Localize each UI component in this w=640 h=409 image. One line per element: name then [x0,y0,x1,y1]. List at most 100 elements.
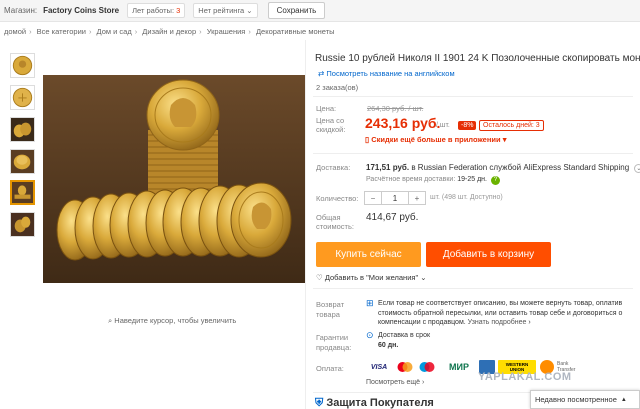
price-unit: / шт. [436,122,450,129]
years-label: Лет работы: [132,6,175,15]
chevron-right-icon: › [199,27,202,36]
maestro-icon [418,360,436,374]
guarantee-text: Доставка в срок [378,332,431,339]
shop-name-link[interactable]: Factory Coins Store [43,6,119,15]
gallery-thumbnail[interactable] [10,149,35,174]
shipping-time: Расчётное время доставки: 19-25 дн. ? [366,176,500,185]
chevron-right-icon: › [528,319,531,326]
heart-icon: ♡ [316,273,323,282]
chevron-right-icon: › [88,27,92,36]
recently-viewed-tab[interactable]: Недавно посмотренное ▲ [530,390,640,409]
quantity-available: шт. (498 шт. Доступно) [430,194,503,201]
payment-label: Оплата: [316,364,344,373]
breadcrumb-decorations[interactable]: Украшения [207,27,246,36]
old-price: 264,30 руб. / шт. [367,104,424,113]
mastercard-icon [396,360,414,374]
gallery-thumbnail[interactable] [10,212,35,237]
save-store-button[interactable]: Сохранить [267,2,326,19]
main-product-image[interactable] [43,75,305,283]
chevron-right-icon: › [248,27,251,36]
guarantee-label: Гарантии продавца: [316,333,352,352]
price-label: Цена: [316,104,337,113]
quantity-input[interactable]: 1 [381,192,409,204]
buy-now-button[interactable]: Купить сейчас [316,242,421,267]
discount-badge: -8% [458,121,477,130]
gallery-thumbnail[interactable] [10,117,35,142]
return-label: Возврат товара [316,300,345,319]
gold-coins-image [43,75,305,283]
shipping-label: Доставка: [316,163,351,172]
chevron-right-icon: › [422,379,425,386]
total-price: 414,67 руб. [366,212,419,223]
chevron-right-icon: › [29,27,32,36]
magnifier-icon: ⌕ [108,316,113,325]
discount-price-label: Цена со скидкой: [316,116,346,134]
payment-more-link[interactable]: Посмотреть ещё › [366,378,424,388]
shipping-destination: в Russian Federation службой AliExpress … [411,163,630,172]
zoom-hint-text: Наведите курсор, чтобы увеличить [114,316,237,325]
shipping-info: 171,51 руб. в Russian Federation службой… [366,163,640,173]
return-icon: ⊞ [366,298,374,308]
chevron-down-icon: ⌄ [420,273,427,282]
shield-icon: ⛨ [315,397,324,409]
current-price: 243,16 руб. [365,115,441,131]
add-to-cart-button[interactable]: Добавить в корзину [426,242,551,267]
gallery-thumbnail[interactable] [10,85,35,110]
breadcrumb-home-garden[interactable]: Дом и сад [97,27,132,36]
buyer-protection-text: Защита Покупателя [326,397,434,409]
shop-label: Магазин: [4,6,38,15]
mir-icon: МИР [449,362,469,372]
phone-icon: ▯ [365,135,370,144]
app-discount-text: Скидки ещё больше в приложении [371,135,501,144]
chevron-down-icon: ▾ [502,135,507,144]
watermark: YAPLAKAL.COM [478,371,572,383]
days-left-badge: Осталось дней: 3 [479,120,544,131]
add-to-wishlist[interactable]: ♡ Добавить в "Мои желания" ⌄ [316,273,427,282]
breadcrumb-design-decor[interactable]: Дизайн и декор [142,27,196,36]
shipping-dropdown-icon[interactable]: ⌄ [634,164,640,173]
divider [313,96,633,97]
product-title: Russie 10 рублей Николя II 1901 24 K Поз… [315,53,640,64]
translate-title-link[interactable]: ⇄ Посмотреть название на английском [318,69,455,78]
wishlist-text: Добавить в "Мои желания" [324,273,419,282]
divider [313,288,633,289]
quantity-label: Количество: [316,194,359,203]
guarantee-days: 60 дн. [378,341,399,349]
breadcrumb-all-categories[interactable]: Все категории [37,27,86,36]
buyer-protection-heading: ⛨ Защита Покупателя [315,397,434,409]
clock-icon: ⊙ [366,330,374,340]
return-policy: Если товар не соответствует описанию, вы… [378,299,628,328]
return-more-link[interactable]: Узнать подробнее [468,319,527,326]
column-divider [305,40,306,409]
breadcrumb-decorative-coins: Декоративные монеты [255,27,335,36]
increase-quantity-button[interactable]: + [409,192,425,204]
shipping-time-label: Расчётное время доставки: [366,176,456,183]
gallery-thumbnail-active[interactable] [10,180,35,205]
shipping-price: 171,51 руб. [366,163,410,172]
caret-up-icon: ▲ [620,396,627,403]
total-label: Общая стоимость: [316,213,354,231]
store-bar: Магазин: Factory Coins Store Лет работы:… [0,0,640,22]
years-value: 3 [176,6,181,15]
quantity-stepper: − 1 + [364,191,426,205]
guarantee-info: Доставка в срок 60 дн. [378,331,430,350]
years-badge: Лет работы: 3 [127,3,186,18]
breadcrumb-home[interactable]: домой [4,27,26,36]
recently-viewed-text: Недавно посмотренное [535,395,617,404]
chevron-right-icon: › [134,27,138,36]
gallery-thumbnail[interactable] [10,53,35,78]
zoom-hint: ⌕ Наведите курсор, чтобы увеличить [108,316,236,326]
shipping-time-value: 19-25 дн. [457,176,487,183]
decrease-quantity-button[interactable]: − [365,192,381,204]
chevron-down-icon: ⌄ [246,6,253,15]
rating-badge[interactable]: Нет рейтинга ⌄ [193,3,258,18]
divider [313,153,633,154]
rating-label: Нет рейтинга [198,6,245,15]
visa-icon: VISA [370,363,388,371]
translate-title-text: Посмотреть название на английском [326,69,455,78]
payment-more-text: Посмотреть ещё [366,379,421,386]
help-icon[interactable]: ? [490,176,500,185]
translate-icon: ⇄ [318,69,325,78]
breadcrumb: домой › Все категории › Дом и сад › Дизайн … [4,27,335,36]
app-discount-link[interactable]: ▯ Скидки ещё больше в приложении ▾ [365,135,506,144]
